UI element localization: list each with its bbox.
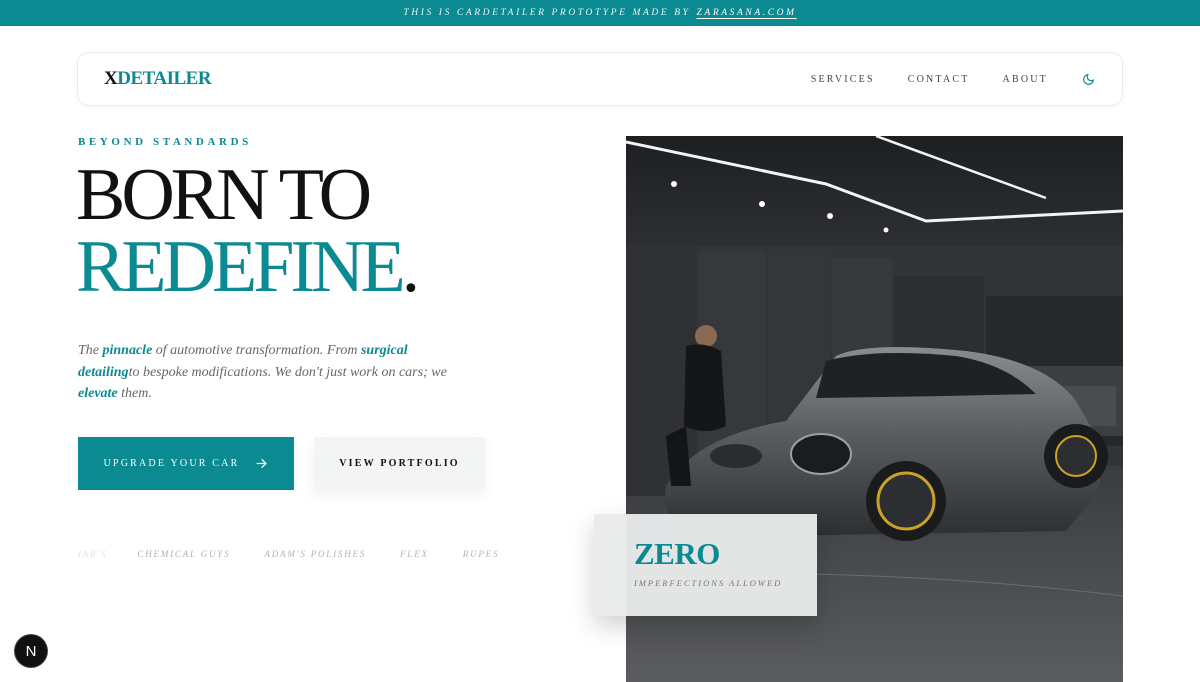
nav-item-contact[interactable]: CONTACT xyxy=(908,74,970,85)
brand-item: ADAM'S POLISHES xyxy=(264,549,367,559)
logo-x: X xyxy=(104,68,118,89)
nav-item-about[interactable]: ABOUT xyxy=(1003,74,1048,85)
hero-title-highlight: REDEFINE xyxy=(76,226,406,308)
upgrade-car-button[interactable]: UPGRADE YOUR CAR xyxy=(78,437,294,490)
hero-description: The pinnacle of automotive transformatio… xyxy=(78,340,468,405)
upgrade-car-label: UPGRADE YOUR CAR xyxy=(103,458,240,469)
brand-item: CHEMICAL GUYS xyxy=(137,549,231,559)
hero-title-line1: BORN TO xyxy=(76,154,372,236)
nav-item-services[interactable]: SERVICES xyxy=(811,74,875,85)
banner-link[interactable]: ZARASANA.COM xyxy=(697,8,797,18)
lead-text-1: The xyxy=(78,343,103,358)
view-portfolio-button[interactable]: VIEW PORTFOLIO xyxy=(314,437,485,490)
prototype-banner: THIS IS CARDETAILER PROTOTYPE MADE BY ZA… xyxy=(0,0,1200,26)
arrow-right-icon xyxy=(255,457,268,470)
banner-text: THIS IS CARDETAILER PROTOTYPE MADE BY xyxy=(403,8,691,18)
view-portfolio-label: VIEW PORTFOLIO xyxy=(339,458,460,469)
brand-item: RUPES xyxy=(462,549,500,559)
lead-text-2: of automotive transformation. From xyxy=(152,343,361,358)
hero-title-dot: . xyxy=(401,226,420,308)
brand-strip: IAR'S CHEMICAL GUYS ADAM'S POLISHES FLEX… xyxy=(78,545,533,563)
logo-text: DETAILER xyxy=(117,68,212,89)
lead-emphasis-1: pinnacle xyxy=(102,343,153,358)
hero-eyebrow: BEYOND STANDARDS xyxy=(78,136,252,148)
moon-icon[interactable] xyxy=(1082,72,1096,86)
lead-emphasis-3: elevate xyxy=(78,386,118,401)
hero-title-line2: REDEFINE. xyxy=(76,230,420,304)
nav-menu: SERVICES CONTACT ABOUT xyxy=(778,72,1096,86)
brand-item: FLEX xyxy=(400,549,429,559)
feature-card-caption: IMPERFECTIONS ALLOWED xyxy=(634,578,783,588)
brand-item: IAR'S xyxy=(78,549,108,559)
feature-card: ZERO IMPERFECTIONS ALLOWED xyxy=(594,514,817,616)
logo[interactable]: XDETAILER xyxy=(104,68,212,90)
navbar: XDETAILER SERVICES CONTACT ABOUT xyxy=(77,52,1123,106)
lead-text-4: them. xyxy=(117,386,152,401)
dev-tools-badge[interactable]: N xyxy=(15,635,47,667)
feature-card-headline: ZERO xyxy=(634,536,720,571)
lead-text-3: to bespoke modifications. We don't just … xyxy=(128,364,447,380)
